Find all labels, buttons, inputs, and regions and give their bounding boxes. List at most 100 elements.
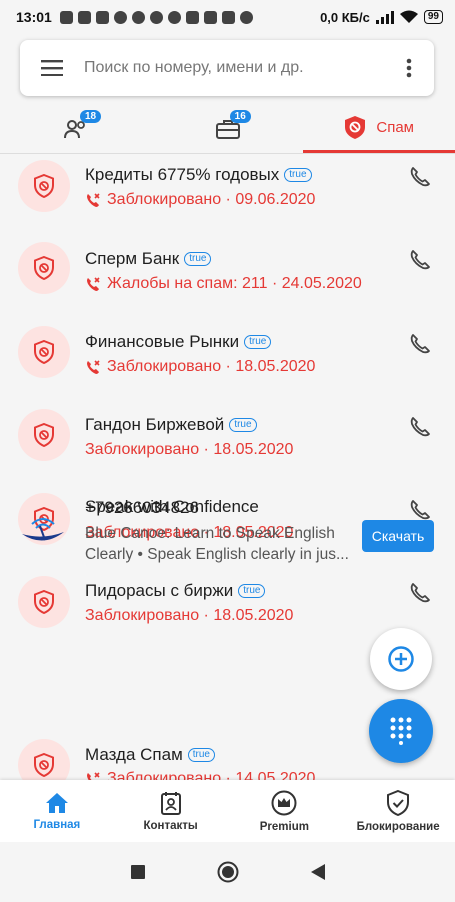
youtube-icon: [95, 10, 109, 24]
trash-icon: [221, 10, 235, 24]
menu-icon[interactable]: [20, 60, 84, 76]
tab-spam[interactable]: Спам: [303, 104, 455, 153]
call-status: Заблокировано · 18.05.2020: [85, 441, 294, 458]
blocked-call-icon: [87, 193, 100, 207]
status-time: 13:01: [16, 9, 52, 25]
signal-icon: [375, 10, 394, 24]
blocked-shield-icon: [34, 256, 54, 280]
list-item[interactable]: Финансовые Рынки true Заблокировано · 18.…: [0, 311, 455, 395]
phone-icon: [410, 167, 430, 187]
verified-tag: true: [187, 748, 215, 762]
avatar: [18, 326, 70, 378]
nav-contacts[interactable]: Контакты: [114, 780, 228, 842]
contact-name: Гандон Биржевой true: [85, 415, 257, 435]
system-navigation-bar: [0, 842, 455, 902]
contacts-book-icon: [160, 791, 181, 815]
verified-tag: true: [244, 335, 272, 349]
avatar: [18, 576, 70, 628]
home-icon: [45, 792, 68, 813]
call-button[interactable]: [405, 162, 435, 192]
more-options-icon[interactable]: [384, 58, 434, 78]
network-speed: 0,0 КБ/с: [320, 9, 370, 25]
avatar: [18, 739, 70, 780]
notification-icons: [59, 10, 253, 24]
notification-icon: [113, 10, 127, 24]
contact-name: Финансовые Рынки true: [85, 332, 272, 352]
add-circle-icon: [388, 646, 414, 672]
tab-badge: 16: [229, 110, 251, 123]
search-input[interactable]: Поиск по номеру, имени и др.: [84, 59, 384, 77]
verified-tag: true: [238, 584, 266, 598]
list-item[interactable]: Кредиты 6775% годовых true Заблокировано …: [0, 155, 455, 228]
call-button[interactable]: [405, 245, 435, 275]
back-icon[interactable]: [310, 864, 325, 880]
status-right: 0,0 КБ/с 99: [320, 10, 443, 25]
contact-name: Пидорасы с биржи true: [85, 581, 266, 601]
status-bar: 13:01 0,0 КБ/с 99: [0, 0, 455, 34]
call-status: Заблокировано · 18.05.2020: [85, 358, 315, 376]
recent-apps-icon[interactable]: [130, 865, 145, 879]
list-item[interactable]: Гандон Биржевой true Заблокировано · 18.0…: [0, 395, 455, 479]
ad-text: Blue Canoe: Learn to Speak English Clear…: [85, 525, 349, 563]
search-bar[interactable]: Поиск по номеру, имени и др.: [20, 40, 434, 96]
blocked-call-icon: [87, 360, 100, 374]
notification-icon: [59, 10, 73, 24]
phone-icon: [410, 250, 430, 270]
dialpad-fab[interactable]: [369, 699, 433, 763]
crown-icon: [271, 790, 297, 815]
add-contact-fab[interactable]: [370, 628, 432, 690]
shield-check-icon: [387, 789, 410, 816]
avatar: [18, 160, 70, 212]
notification-icon: [203, 10, 217, 24]
bottom-navigation: Главная Контакты Premium Блокирование: [0, 780, 455, 842]
tab-inbox[interactable]: 16: [152, 104, 304, 153]
messenger-icon: [149, 10, 163, 24]
contact-name: Мазда Спам true: [85, 745, 215, 765]
dialpad-icon: [390, 717, 412, 745]
avatar: [18, 242, 70, 294]
blocked-shield-icon: [34, 590, 54, 614]
whatsapp-icon: [167, 10, 181, 24]
blue-canoe-logo: [20, 510, 66, 555]
blocked-call-icon: [87, 772, 100, 780]
notification-icon: [77, 10, 91, 24]
battery-icon: 99: [423, 10, 443, 24]
blocked-shield-icon: [34, 340, 54, 364]
wifi-icon: [399, 10, 418, 23]
call-button[interactable]: [405, 329, 435, 359]
notification-icon: [185, 10, 199, 24]
ad-download-button[interactable]: Скачать: [362, 520, 434, 552]
blocked-shield-icon: [34, 753, 54, 777]
contact-name: Сперм Банк true: [85, 249, 212, 269]
call-status: Заблокировано · 14.05.2020: [85, 770, 315, 780]
phone-icon: [410, 417, 430, 437]
call-button[interactable]: [405, 578, 435, 608]
phone-icon: [410, 583, 430, 603]
contact-name: Кредиты 6775% годовых true: [85, 165, 312, 185]
at-icon: [131, 10, 145, 24]
call-status: Заблокировано · 09.06.2020: [85, 191, 315, 209]
avatar: [18, 409, 70, 461]
tab-contacts[interactable]: 18: [0, 104, 152, 153]
blocked-shield-icon: [34, 174, 54, 198]
home-button-icon[interactable]: [217, 861, 239, 883]
call-status: Заблокировано · 18.05.2020: [85, 607, 294, 624]
blocked-call-icon: [87, 277, 100, 291]
call-status: Жалобы на спам: 211 · 24.05.2020: [85, 275, 362, 293]
nav-premium[interactable]: Premium: [228, 780, 342, 842]
tab-bar: 18 16 Спам: [0, 104, 455, 154]
call-button[interactable]: [405, 412, 435, 442]
phone-icon: [410, 334, 430, 354]
nav-blocking[interactable]: Блокирование: [341, 780, 455, 842]
nav-home[interactable]: Главная: [0, 780, 114, 842]
tab-badge: 18: [80, 110, 102, 123]
search-icon: [239, 10, 253, 24]
verified-tag: true: [184, 252, 212, 266]
blocked-shield-icon: [34, 423, 54, 447]
ad-title: Speak with Confidence: [85, 497, 259, 516]
verified-tag: true: [284, 168, 312, 182]
verified-tag: true: [229, 418, 257, 432]
list-item[interactable]: Сперм Банк true Жалобы на спам: 211 · 24.…: [0, 228, 455, 312]
phone-icon: [410, 500, 430, 520]
tab-spam-label: Спам: [376, 118, 414, 136]
